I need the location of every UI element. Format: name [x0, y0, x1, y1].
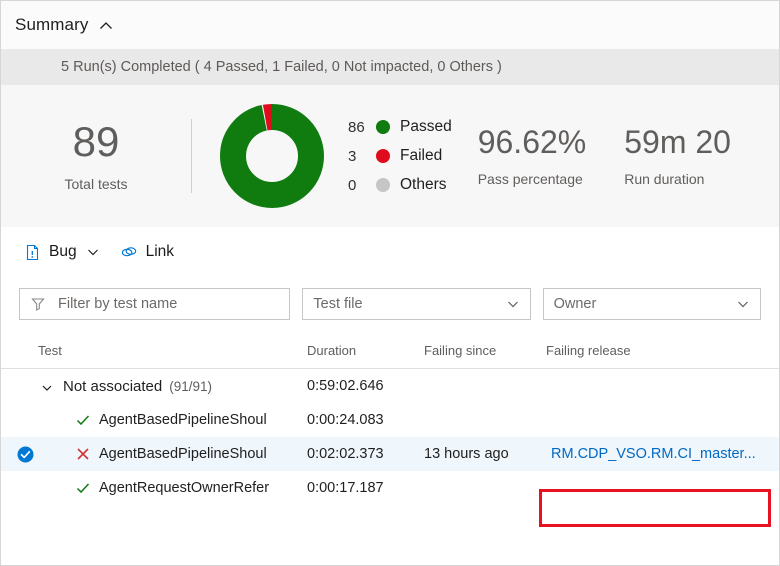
test-name: AgentRequestOwnerRefer [99, 480, 270, 496]
chevron-down-icon[interactable] [506, 297, 520, 311]
column-header-failing-release[interactable]: Failing release [546, 343, 631, 358]
table-row-selected[interactable]: AgentBasedPipelineShoul 0:02:02.373 13 h… [1, 437, 779, 471]
owner-dropdown[interactable]: Owner [542, 288, 761, 320]
chevron-down-icon[interactable] [41, 381, 53, 393]
link-button-label: Link [145, 243, 175, 260]
chevron-down-icon[interactable] [736, 297, 750, 311]
summary-stats-strip: 89 Total tests 86 Passed 3 Failed 0 Othe… [1, 85, 779, 227]
test-duration: 0:00:17.187 [307, 480, 384, 496]
legend-item-passed: 86 Passed [348, 117, 452, 137]
legend-dot-others [376, 178, 390, 192]
legend-label-others: Others [400, 176, 447, 193]
link-button[interactable]: Link [120, 243, 174, 261]
legend-item-failed: 3 Failed [348, 146, 452, 166]
filters-row: Filter by test name Test file Owner [1, 277, 779, 331]
donut-chart-svg [220, 104, 324, 208]
test-results-summary-panel: Summary 5 Run(s) Completed ( 4 Passed, 1… [0, 0, 780, 566]
group-duration: 0:59:02.646 [307, 378, 384, 394]
run-duration-value: 59m 20 [624, 123, 731, 160]
legend-item-others: 0 Others [348, 175, 452, 195]
results-donut-chart [210, 104, 334, 208]
legend-label-failed: Failed [400, 147, 443, 164]
legend-label-passed: Passed [400, 118, 452, 135]
search-input[interactable]: Filter by test name [19, 288, 291, 320]
legend-count-others: 0 [348, 176, 357, 194]
summary-header[interactable]: Summary [1, 1, 779, 49]
pass-percentage-caption: Pass percentage [477, 170, 583, 187]
legend-dot-failed [376, 149, 390, 163]
runs-completed-bar: 5 Run(s) Completed ( 4 Passed, 1 Failed,… [1, 49, 779, 85]
failing-since: 13 hours ago [424, 446, 509, 462]
legend-count-failed: 3 [348, 147, 357, 165]
stat-run-duration: 59m 20 Run duration [624, 126, 731, 187]
bug-button[interactable]: Bug [23, 243, 100, 261]
test-file-dropdown[interactable]: Test file [302, 288, 531, 320]
check-icon [75, 480, 91, 496]
test-duration: 0:02:02.373 [307, 446, 384, 462]
chart-legend: 86 Passed 3 Failed 0 Others [348, 117, 452, 195]
column-header-duration[interactable]: Duration [307, 343, 356, 358]
table-row[interactable]: AgentBasedPipelineShoul 0:00:24.083 [1, 403, 779, 437]
stat-pass-percentage: 96.62% Pass percentage [478, 126, 587, 187]
filter-funnel-icon [30, 296, 46, 312]
bug-document-icon [23, 243, 41, 261]
owner-dropdown-label: Owner [553, 296, 597, 312]
x-icon [75, 446, 91, 462]
group-count-label: (91/91) [169, 378, 213, 394]
run-duration-caption: Run duration [624, 170, 705, 187]
total-tests-caption: Total tests [64, 175, 128, 192]
checked-circle-icon[interactable] [17, 446, 34, 463]
legend-dot-passed [376, 120, 390, 134]
check-icon [75, 412, 91, 428]
runs-completed-text: 5 Run(s) Completed ( 4 Passed, 1 Failed,… [61, 59, 502, 75]
table-row-group[interactable]: Not associated (91/91) 0:59:02.646 [1, 369, 779, 403]
failing-release-link-label[interactable]: RM.CDP_VSO.RM.CI_master... [551, 446, 756, 462]
test-duration: 0:00:24.083 [307, 412, 384, 428]
bug-button-label: Bug [49, 243, 77, 260]
stat-total-tests: 89 Total tests [1, 117, 191, 192]
results-toolbar: Bug Link [1, 227, 779, 277]
page-title: Summary [15, 15, 89, 34]
chevron-down-icon[interactable] [86, 245, 100, 259]
group-name: Not associated (91/91) [63, 369, 293, 403]
results-table-header: Test Duration Failing since Failing rele… [1, 331, 779, 369]
pass-percentage-value: 96.62% [477, 123, 587, 160]
group-name-label: Not associated [63, 377, 163, 395]
link-icon [120, 243, 138, 261]
test-file-dropdown-label: Test file [313, 296, 363, 312]
legend-count-passed: 86 [348, 118, 365, 136]
column-header-failing-since[interactable]: Failing since [424, 343, 496, 358]
test-name: AgentBasedPipelineShoul [99, 446, 267, 462]
chevron-up-icon[interactable] [98, 18, 114, 34]
total-tests-value: 89 [72, 117, 120, 165]
table-row[interactable]: AgentRequestOwnerRefer 0:00:17.187 [1, 471, 779, 505]
search-input-placeholder: Filter by test name [58, 296, 178, 312]
stats-divider [191, 119, 192, 193]
failing-release-link[interactable]: RM.CDP_VSO.RM.CI_master... [551, 437, 756, 471]
column-header-test[interactable]: Test [38, 343, 62, 358]
test-name: AgentBasedPipelineShoul [99, 412, 267, 428]
